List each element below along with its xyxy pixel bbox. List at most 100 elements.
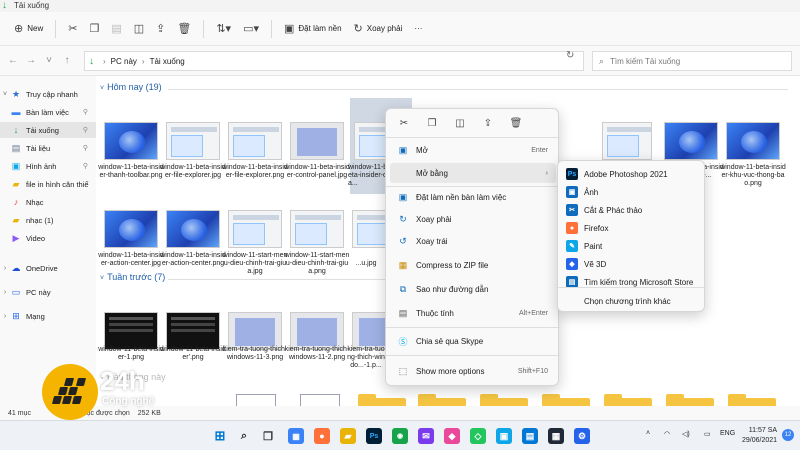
file-thumbnail[interactable] — [166, 312, 220, 350]
speaker-icon[interactable]: ◁) — [682, 430, 690, 438]
chevron-right-icon[interactable]: › — [0, 289, 10, 296]
sidebar-item-folder-print[interactable]: ▰ file in hình căn thiế — [0, 176, 96, 192]
sidebar-item-pictures[interactable]: ▣ Hình ảnh ⚲ — [0, 158, 96, 174]
sidebar-item-music[interactable]: ♪ Nhạc — [0, 194, 96, 210]
file-thumbnail[interactable] — [352, 312, 386, 350]
rename-icon[interactable]: ◫ — [448, 118, 472, 129]
submenu-item-paint[interactable]: ✎ Paint — [562, 237, 702, 255]
file-thumbnail[interactable] — [300, 394, 340, 406]
menu-item-open[interactable]: ▣ Mở Enter — [390, 140, 556, 160]
notification-badge[interactable]: 12 — [782, 429, 794, 441]
refresh-icon[interactable]: ↻ — [566, 50, 574, 61]
menu-item-open-with[interactable]: Mở bằng › — [390, 163, 556, 183]
sidebar-item-quick-access[interactable]: ˅ ★ Truy cập nhanh — [0, 86, 96, 102]
language-indicator[interactable]: ENG — [720, 430, 735, 437]
submenu-item-store-search[interactable]: ▤ Tìm kiếm trong Microsoft Store — [562, 273, 702, 291]
file-explorer-icon[interactable]: ▰ — [340, 428, 356, 444]
paste-button[interactable]: ▤ — [105, 17, 127, 41]
sidebar-item-this-pc[interactable]: › ▭ PC này — [0, 284, 96, 300]
battery-icon[interactable]: ▭ — [704, 430, 711, 438]
submenu-item-firefox[interactable]: ● Firefox — [562, 219, 702, 237]
messenger-icon[interactable]: ✉ — [418, 428, 434, 444]
up-button[interactable]: ↑ — [58, 55, 76, 66]
clock[interactable]: 11:57 SA 29/06/2021 — [742, 426, 777, 446]
app-icon[interactable]: ◇ — [470, 428, 486, 444]
menu-item-set-wallpaper[interactable]: ▣ Đặt làm nền bàn làm việc — [390, 187, 556, 207]
sidebar-item-desktop[interactable]: ▬ Bàn làm việc ⚲ — [0, 104, 96, 120]
folder-icon[interactable] — [542, 394, 590, 406]
rename-button[interactable]: ◫ — [128, 17, 150, 41]
rotate-right-button[interactable]: ↻ Xoay phải — [348, 17, 409, 41]
menu-item-rotate-right[interactable]: ↻ Xoay phải — [390, 209, 556, 229]
submenu-item-photos[interactable]: ▣ Ảnh — [562, 183, 702, 201]
sidebar-item-downloads[interactable]: ↓ Tải xuống ⚲ — [0, 122, 96, 138]
share-button[interactable]: ⇪ — [150, 17, 171, 41]
folder-icon[interactable] — [728, 394, 776, 406]
delete-button[interactable]: 🗑 — [171, 17, 197, 41]
menu-item-rotate-left[interactable]: ↺ Xoay trái — [390, 231, 556, 251]
menu-item-show-more[interactable]: ⬚ Show more options Shift+F10 — [390, 361, 556, 381]
file-thumbnail[interactable] — [104, 122, 158, 160]
folder-icon[interactable] — [604, 394, 652, 406]
recent-button[interactable]: ˅ — [40, 55, 58, 66]
file-thumbnail[interactable] — [290, 312, 344, 350]
menu-item-skype-share[interactable]: Ⓢ Chia sẻ qua Skype — [390, 331, 556, 351]
app-icon[interactable]: ▣ — [496, 428, 512, 444]
app-icon[interactable]: ▦ — [548, 428, 564, 444]
view-button[interactable]: ▭▾ — [237, 17, 265, 41]
set-wallpaper-button[interactable]: ▣ Đặt làm nền — [278, 17, 348, 41]
menu-item-copy-path[interactable]: ⧉ Sao như đường dẫn — [390, 279, 556, 299]
group-header-today[interactable]: ˅ Hôm nay (19) — [100, 82, 162, 92]
photoshop-icon[interactable]: Ps — [366, 428, 382, 444]
chevron-down-icon[interactable]: ˅ — [0, 91, 10, 98]
file-thumbnail[interactable] — [104, 312, 158, 350]
store-icon[interactable]: ▤ — [522, 428, 538, 444]
folder-icon[interactable] — [480, 394, 528, 406]
back-button[interactable]: ← — [4, 55, 22, 66]
folder-icon[interactable] — [666, 394, 714, 406]
breadcrumb-pc[interactable]: PC này — [111, 57, 137, 66]
trash-icon[interactable]: 🗑 — [504, 118, 528, 129]
chevron-right-icon[interactable]: › — [0, 265, 10, 272]
submenu-item-snip-sketch[interactable]: ✂ Cắt & Phác thảo — [562, 201, 702, 219]
file-thumbnail[interactable] — [228, 122, 282, 160]
file-thumbnail[interactable] — [726, 122, 780, 160]
file-thumbnail[interactable] — [228, 210, 282, 248]
firefox-icon[interactable]: ● — [314, 428, 330, 444]
submenu-item-photoshop[interactable]: Ps Adobe Photoshop 2021 — [562, 165, 702, 183]
chevron-up-icon[interactable]: ˄ — [646, 430, 650, 437]
sidebar-item-video[interactable]: ▶ Video — [0, 230, 96, 246]
share-icon[interactable]: ⇪ — [476, 118, 500, 129]
new-button[interactable]: ⊕ New — [8, 17, 49, 41]
submenu-item-choose-other[interactable]: Chọn chương trình khác — [562, 292, 702, 310]
sidebar-item-documents[interactable]: ▤ Tài liệu ⚲ — [0, 140, 96, 156]
cut-button[interactable]: ✂ — [62, 17, 83, 41]
address-bar[interactable]: ↓ › PC này › Tải xuống — [84, 51, 584, 71]
sort-button[interactable]: ⇅▾ — [210, 17, 237, 41]
menu-item-properties[interactable]: ▤ Thuộc tính Alt+Enter — [390, 303, 556, 323]
file-thumbnail[interactable] — [290, 122, 344, 160]
breadcrumb-downloads[interactable]: Tải xuống — [150, 57, 185, 66]
sidebar-item-onedrive[interactable]: › ☁ OneDrive — [0, 260, 96, 276]
search-input[interactable]: ⌕ Tìm kiếm Tải xuống — [592, 51, 792, 71]
chevron-right-icon[interactable]: › — [0, 313, 10, 320]
copy-icon[interactable]: ❐ — [420, 118, 444, 129]
submenu-item-paint-3d[interactable]: ◆ Vẽ 3D — [562, 255, 702, 273]
sidebar-item-network[interactable]: › ⊞ Mạng — [0, 308, 96, 324]
group-header-last-week[interactable]: ˅ Tuần trước (7) — [100, 272, 165, 282]
file-thumbnail[interactable] — [664, 122, 718, 160]
folder-icon[interactable] — [358, 394, 406, 406]
copy-button[interactable]: ❐ — [83, 17, 105, 41]
app-icon[interactable]: ⚙ — [574, 428, 590, 444]
cut-icon[interactable]: ✂ — [392, 118, 416, 129]
file-thumbnail[interactable] — [352, 210, 386, 248]
file-thumbnail[interactable] — [104, 210, 158, 248]
start-icon[interactable]: ⊞ — [212, 428, 228, 444]
widgets-icon[interactable]: ▦ — [288, 428, 304, 444]
file-thumbnail[interactable] — [166, 122, 220, 160]
more-button[interactable]: ··· — [408, 17, 428, 41]
menu-item-compress-zip[interactable]: ▦ Compress to ZIP file — [390, 255, 556, 275]
sidebar-item-music-folder[interactable]: ▰ nhạc (1) — [0, 212, 96, 228]
line-icon[interactable]: ◉ — [392, 428, 408, 444]
file-thumbnail[interactable] — [602, 122, 652, 160]
